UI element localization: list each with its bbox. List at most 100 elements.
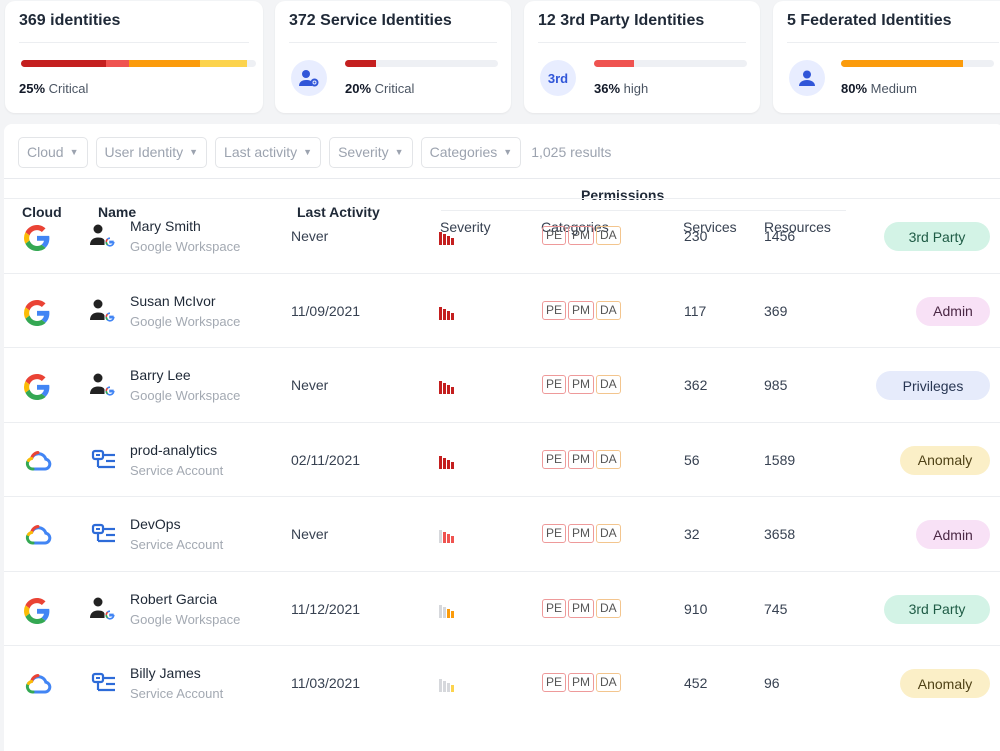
identity-name[interactable]: prod-analytics: [130, 442, 217, 458]
identity-name[interactable]: DevOps: [130, 516, 181, 532]
identity-type-badge[interactable]: Anomaly: [900, 445, 990, 475]
card-divider: [19, 42, 249, 43]
severity-bar: [447, 310, 450, 320]
identity-type-badge[interactable]: Admin: [916, 520, 990, 549]
identity-source: Google Workspace: [130, 313, 241, 329]
user-google-icon: [89, 372, 119, 398]
severity-bars-icon: [439, 453, 463, 469]
last-activity-filter[interactable]: Last activity ▼: [215, 136, 322, 168]
identity-source: Google Workspace: [130, 239, 241, 254]
identity-type-badge[interactable]: 3rd Party: [884, 594, 990, 624]
identity-name[interactable]: Billy James: [130, 665, 201, 681]
severity-bar: [439, 306, 442, 320]
severity-bars-icon: [439, 527, 463, 543]
severity-bar: [439, 455, 442, 469]
identity-name[interactable]: Susan McIvor: [130, 293, 216, 309]
severity-bar-fill: [841, 60, 964, 67]
identity-name[interactable]: Barry Lee: [130, 367, 191, 383]
last-activity-value: Never: [291, 377, 329, 393]
card-title: 369 identities: [19, 12, 120, 30]
last-activity-value: 02/11/2021: [291, 451, 361, 468]
card-severity: high: [623, 81, 649, 96]
card-count: 12: [538, 12, 556, 29]
severity-bar: [443, 457, 446, 469]
table-row[interactable]: prod-analytics Service Account 02/11/2021 P…: [4, 421, 1000, 496]
category-tag-pm: PM: [568, 375, 595, 394]
last-activity-value: 11/03/2021: [291, 675, 361, 691]
table-row[interactable]: Susan McIvor Google Workspace 11/09/2021 PE…: [4, 272, 1000, 347]
identity-name[interactable]: Robert Garcia: [130, 591, 217, 607]
user-google-icon: [89, 223, 119, 249]
category-tag-pe: PE: [542, 449, 567, 469]
categories-filter[interactable]: Categories ▼: [420, 136, 522, 168]
card-percent: 36%: [594, 81, 621, 96]
card-severity: Medium: [870, 81, 917, 96]
table-row[interactable]: Billy James Service Account 11/03/2021 PE PM…: [4, 645, 1000, 719]
federated-identities-card[interactable]: 5 Federated Identities 80% Medium: [773, 1, 1000, 113]
severity-bars-icon: [439, 602, 463, 618]
severity-filter-label: Severity: [338, 144, 389, 160]
google-cloud-icon: [24, 672, 52, 698]
severity-bar-segment: [129, 60, 200, 67]
severity-bar: [447, 236, 450, 245]
severity-bar: [345, 60, 498, 67]
severity-bar: [451, 461, 454, 469]
severity-bar: [443, 681, 446, 692]
category-tag-da: DA: [596, 598, 621, 618]
card-count: 5: [787, 12, 796, 29]
severity-bar: [443, 308, 446, 320]
card-title: 5 Federated Identities: [787, 12, 952, 30]
identity-type-badge[interactable]: Admin: [916, 296, 990, 326]
user-identity-filter[interactable]: User Identity ▼: [95, 136, 208, 168]
third-party-identities-card[interactable]: 12 3rd Party Identities 3rd 36% high: [524, 1, 760, 113]
category-tag-pm: PM: [568, 449, 595, 469]
service-account-icon: [89, 447, 119, 473]
table-row[interactable]: DevOps Service Account Never PE PM DA 32 3658 Ad…: [4, 496, 1000, 570]
severity-filter[interactable]: Severity ▼: [329, 136, 413, 168]
severity-bar: [443, 234, 446, 245]
table-row[interactable]: Barry Lee Google Workspace Never PE PM DA 362 9…: [4, 347, 1000, 421]
card-label: Service Identities: [320, 12, 452, 29]
severity-bar: [447, 385, 450, 394]
services-value: 230: [684, 228, 708, 244]
service-identities-card[interactable]: 372 Service Identities 20% Critical: [275, 1, 511, 113]
identities-card[interactable]: 369 identities 25% Critical: [5, 1, 263, 113]
google-cloud-icon: [24, 449, 52, 475]
card-severity: Critical: [48, 81, 89, 96]
identity-name[interactable]: Mary Smith: [130, 218, 201, 234]
severity-bar: [443, 532, 446, 543]
category-tags: PE PM DA: [542, 226, 621, 245]
card-divider: [787, 42, 999, 43]
identities-table-panel: Cloud ▼ User Identity ▼ Last activity ▼ Sev…: [4, 124, 1000, 751]
cloud-filter-label: Cloud: [27, 144, 64, 160]
table-row[interactable]: Mary Smith Google Workspace Never PE PM DA 230…: [4, 198, 1000, 272]
severity-bar: [451, 685, 454, 692]
category-tag-da: DA: [596, 300, 621, 320]
identity-source: Google Workspace: [130, 388, 241, 403]
severity-bars-icon: [439, 378, 463, 394]
identity-type-badge[interactable]: Privileges: [876, 371, 990, 400]
chevron-down-icon: ▼: [189, 147, 199, 157]
third-party-icon: 3rd: [540, 60, 576, 96]
severity-bars-icon: [439, 229, 463, 245]
identity-type-badge[interactable]: Anomaly: [900, 669, 990, 698]
severity-bars-icon: [439, 304, 463, 320]
card-severity: Critical: [374, 81, 415, 96]
card-title: 12 3rd Party Identities: [538, 12, 704, 30]
services-value: 56: [684, 451, 700, 468]
severity-bar: [447, 683, 450, 692]
table-row[interactable]: Robert Garcia Google Workspace 11/12/2021 P…: [4, 570, 1000, 645]
category-tag-da: DA: [596, 673, 621, 692]
last-activity-value: Never: [291, 526, 329, 542]
card-percent: 80%: [841, 81, 868, 96]
identity-type-badge[interactable]: 3rd Party: [884, 222, 990, 251]
services-value: 910: [684, 600, 708, 617]
severity-bar: [451, 238, 454, 245]
results-count: 1,025 results: [531, 144, 612, 160]
google-icon: [23, 299, 50, 326]
cloud-filter[interactable]: Cloud ▼: [18, 136, 88, 168]
severity-bar: [443, 383, 446, 394]
severity-bar: [447, 459, 450, 469]
category-tag-pm: PM: [568, 598, 595, 618]
severity-bar: [451, 610, 454, 618]
